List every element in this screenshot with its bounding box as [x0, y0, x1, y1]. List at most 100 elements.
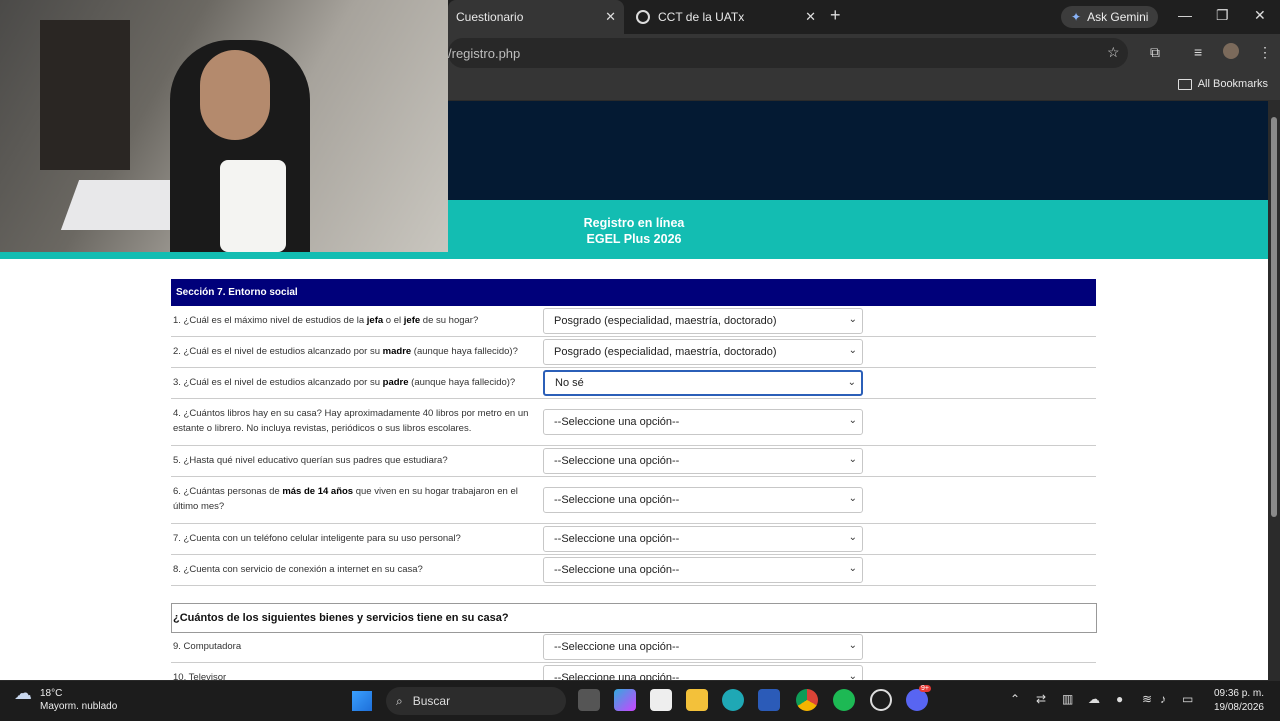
discord-badge: 9+ — [919, 685, 931, 692]
question-text: 9. Computadora — [173, 641, 242, 652]
answer-select[interactable]: --Seleccione una opción-- ⌄ — [543, 487, 863, 513]
question-row: 10. Televisor --Seleccione una opción-- ⌄ — [171, 663, 1096, 680]
chevron-down-icon: ⌄ — [848, 640, 857, 651]
chevron-down-icon: ⌄ — [848, 493, 857, 504]
close-window-icon[interactable]: ✕ — [1254, 7, 1266, 24]
answer-select[interactable]: --Seleccione una opción-- ⌄ — [543, 526, 863, 552]
header-subtitle: EGEL Plus 2026 — [586, 232, 682, 246]
new-tab-icon[interactable]: + — [830, 5, 841, 26]
menu-kebab-icon[interactable]: ⋮ — [1258, 44, 1272, 61]
question-text: 8. ¿Cuenta con servicio de conexión a in… — [173, 564, 423, 575]
start-icon[interactable] — [352, 691, 372, 711]
spotify-icon[interactable] — [833, 689, 855, 711]
chevron-down-icon: ⌄ — [848, 563, 857, 574]
question-text: 4. ¿Cuántos libros hay en su casa? Hay a… — [173, 408, 529, 434]
tab-close-icon[interactable]: ✕ — [805, 9, 816, 25]
tab-cct-uatx[interactable]: CCT de la UATx ✕ — [628, 0, 824, 34]
discord-icon[interactable] — [906, 689, 928, 711]
tab-close-icon[interactable]: ✕ — [605, 9, 616, 25]
folder-icon — [1177, 78, 1192, 90]
battery-icon[interactable]: ▭ — [1182, 692, 1193, 706]
section-title: Sección 7. Entorno social — [171, 279, 1096, 306]
clock-date: 19/08/2026 — [1213, 702, 1264, 713]
store-icon[interactable] — [650, 689, 672, 711]
webcam-overlay — [0, 0, 448, 252]
chevron-down-icon: ⌄ — [847, 377, 856, 388]
streamer-face — [200, 50, 270, 140]
answer-select[interactable]: --Seleccione una opción-- ⌄ — [543, 634, 863, 660]
question-row: 7. ¿Cuenta con un teléfono celular intel… — [171, 524, 1096, 555]
taskbar-search[interactable]: ⌕ Buscar — [386, 687, 566, 715]
all-bookmarks-label: All Bookmarks — [1197, 78, 1268, 90]
clock-time: 09:36 p. m. — [1213, 688, 1264, 699]
glass-of-milk — [220, 160, 286, 252]
answer-select[interactable]: --Seleccione una opción-- ⌄ — [543, 665, 863, 680]
question-text: 7. ¿Cuenta con un teléfono celular intel… — [173, 533, 461, 544]
media-controls-icon[interactable]: ≡ — [1194, 44, 1202, 60]
question-row: 4. ¿Cuántos libros hay en su casa? Hay a… — [171, 399, 1096, 446]
answer-select[interactable]: --Seleccione una opción-- ⌄ — [543, 557, 863, 583]
bookshelf — [40, 20, 130, 170]
system-clock[interactable]: 09:36 p. m. 19/08/2026 — [1214, 687, 1264, 715]
search-icon: ⌕ — [396, 693, 403, 708]
chatgpt-favicon-icon — [636, 10, 650, 24]
header-title: Registro en línea — [583, 216, 685, 230]
question-text: 10. Televisor — [173, 672, 227, 680]
word-icon[interactable] — [758, 689, 780, 711]
chevron-down-icon: ⌄ — [848, 314, 857, 325]
question-row: 5. ¿Hasta qué nivel educativo querían su… — [171, 446, 1096, 477]
windows-taskbar: ☁ 18°C Mayorm. nublado ⌕ Buscar 9+ ⌃ ⇄ ▥… — [0, 680, 1280, 721]
answer-select-focused[interactable]: No sé ⌄ — [543, 370, 863, 396]
minimize-icon[interactable]: — — [1178, 7, 1192, 23]
chatgpt-icon[interactable] — [870, 689, 892, 711]
url-text: /registro.php — [448, 45, 521, 61]
maximize-icon[interactable]: ❐ — [1216, 7, 1229, 24]
subsection-title: ¿Cuántos de los siguientes bienes y serv… — [171, 603, 1097, 633]
file-explorer-icon[interactable] — [686, 689, 708, 711]
bookmark-star-icon[interactable]: ☆ — [1107, 44, 1120, 61]
answer-select[interactable]: Posgrado (especialidad, maestría, doctor… — [543, 308, 863, 334]
volume-icon[interactable]: ♪ — [1160, 692, 1166, 706]
ask-gemini-button[interactable]: ✦ Ask Gemini — [1061, 6, 1159, 28]
question-text: 3. ¿Cuál es el nivel de estudios alcanza… — [173, 377, 516, 388]
onedrive-icon[interactable]: ☁ — [1088, 692, 1100, 706]
question-text: 1. ¿Cuál es el máximo nivel de estudios … — [173, 315, 479, 326]
extensions-icon[interactable]: ⧉ — [1150, 44, 1160, 61]
tray-chevron-icon[interactable]: ⌃ — [1010, 692, 1020, 706]
answer-select[interactable]: Posgrado (especialidad, maestría, doctor… — [543, 339, 863, 365]
chevron-down-icon: ⌄ — [848, 454, 857, 465]
chevron-down-icon: ⌄ — [848, 671, 857, 680]
chevron-down-icon: ⌄ — [848, 345, 857, 356]
answer-select[interactable]: --Seleccione una opción-- ⌄ — [543, 409, 863, 435]
edge-icon[interactable] — [722, 689, 744, 711]
question-text: 6. ¿Cuántas personas de más de 14 años q… — [173, 486, 518, 512]
tray-chart-icon[interactable]: ▥ — [1062, 692, 1073, 706]
temperature: 18°C — [40, 688, 63, 699]
search-placeholder: Buscar — [412, 694, 451, 708]
section-entorno-social: Sección 7. Entorno social 1. ¿Cuál es el… — [171, 279, 1096, 586]
question-text: 2. ¿Cuál es el nivel de estudios alcanza… — [173, 346, 518, 357]
answer-select[interactable]: --Seleccione una opción-- ⌄ — [543, 448, 863, 474]
tab-title: CCT de la UATx — [658, 10, 745, 24]
profile-avatar-icon[interactable] — [1223, 43, 1239, 59]
chevron-down-icon: ⌄ — [848, 532, 857, 543]
wifi-icon[interactable]: ≋ — [1142, 692, 1152, 706]
gemini-sparkle-icon: ✦ — [1071, 10, 1082, 24]
question-row: 6. ¿Cuántas personas de más de 14 años q… — [171, 477, 1096, 524]
task-view-icon[interactable] — [578, 689, 600, 711]
scrollbar-thumb[interactable] — [1271, 117, 1277, 517]
page-scrollbar[interactable] — [1268, 101, 1280, 680]
chrome-icon[interactable] — [796, 689, 818, 711]
gemini-label: Ask Gemini — [1087, 10, 1149, 24]
microphone-icon[interactable]: ● — [1116, 692, 1123, 706]
weather-text: Mayorm. nublado — [40, 701, 118, 712]
all-bookmarks-button[interactable]: All Bookmarks — [1177, 78, 1268, 90]
address-bar[interactable]: /registro.php — [448, 38, 1128, 68]
tab-title: Cuestionario — [456, 10, 524, 24]
tray-app-icon[interactable]: ⇄ — [1036, 692, 1046, 706]
copilot-icon[interactable] — [614, 689, 636, 711]
bienes-list: 9. Computadora --Seleccione una opción--… — [171, 632, 1096, 680]
question-row: 1. ¿Cuál es el máximo nivel de estudios … — [171, 306, 1096, 337]
weather-widget[interactable]: ☁ 18°C Mayorm. nublado — [14, 684, 118, 713]
tab-cuestionario[interactable]: Cuestionario ✕ — [448, 0, 624, 34]
